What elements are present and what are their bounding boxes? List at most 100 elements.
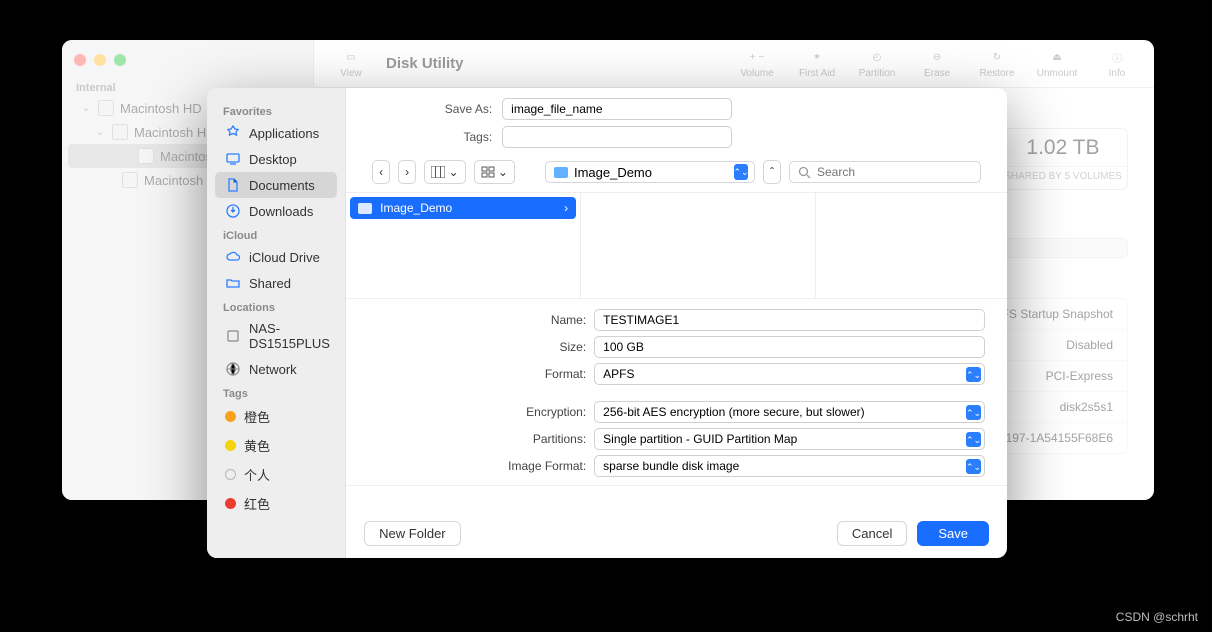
capacity-value: 1.02 TB (1026, 136, 1099, 160)
updown-icon: ⌃⌄ (966, 405, 981, 420)
sidebar-item-label: 橙色 (244, 407, 270, 426)
cloud-icon (225, 249, 241, 265)
name-input[interactable] (594, 309, 985, 331)
du-tree-child3-label: Macintosh H (144, 173, 216, 188)
updown-icon: ⌃⌄ (966, 367, 981, 382)
back-button[interactable]: ‹ (372, 160, 390, 184)
tags-section-label: Tags (215, 382, 337, 402)
view-button[interactable]: ▭ View (326, 48, 376, 79)
sidebar-item-label: iCloud Drive (249, 250, 320, 265)
sidebar-tag-personal[interactable]: 个人 (215, 460, 337, 489)
partitions-select[interactable]: Single partition - GUID Partition Map⌃⌄ (594, 428, 985, 450)
tags-label: Tags: (412, 130, 492, 144)
format-select[interactable]: APFS⌃⌄ (594, 363, 985, 385)
tags-input[interactable] (502, 126, 732, 148)
sidebar-item-applications[interactable]: Applications (215, 120, 337, 146)
partitions-label: Partitions: (368, 432, 586, 446)
folder-icon (554, 167, 568, 178)
updown-icon: ⌃⌄ (966, 459, 981, 474)
forward-button[interactable]: › (398, 160, 416, 184)
volume-button[interactable]: + −Volume (732, 48, 782, 79)
unmount-button[interactable]: ⏏Unmount (1032, 48, 1082, 79)
info-icon: ⓘ (1108, 48, 1126, 66)
sidebar-item-label: Network (249, 362, 297, 377)
eject-icon: ⏏ (1048, 48, 1066, 66)
search-box[interactable] (789, 161, 981, 183)
erase-icon: ⊖ (928, 48, 946, 66)
sheet-footer: New Folder Cancel Save (346, 509, 1007, 558)
sheet-main: Save As: Tags: ‹ › ⌄ ⌄ Image_Demo ⌃⌄ (346, 88, 1007, 558)
sidebar-item-shared[interactable]: Shared (215, 270, 337, 296)
info-button[interactable]: ⓘInfo (1092, 48, 1142, 79)
disk-icon (122, 172, 138, 188)
save-sheet: Favorites Applications Desktop Documents… (207, 88, 1007, 558)
sidebar-item-nas[interactable]: NAS-DS1515PLUS (215, 316, 337, 356)
sidebar-item-downloads[interactable]: Downloads (215, 198, 337, 224)
browser-column[interactable] (581, 193, 816, 298)
sidebar-icon: ▭ (342, 48, 360, 66)
favorites-label: Favorites (215, 100, 337, 120)
view-columns-button[interactable]: ⌄ (424, 160, 465, 184)
name-label: Name: (368, 313, 586, 327)
partition-icon: ◴ (868, 48, 886, 66)
sidebar-item-icloud-drive[interactable]: iCloud Drive (215, 244, 337, 270)
du-tree-child1-label: Macintosh H (134, 125, 206, 140)
sidebar-item-label: 黄色 (244, 436, 270, 455)
sidebar-item-desktop[interactable]: Desktop (215, 146, 337, 172)
cancel-button[interactable]: Cancel (837, 521, 907, 546)
browser-column[interactable] (816, 193, 1007, 298)
sidebar-item-network[interactable]: Network (215, 356, 337, 382)
tag-dot-icon (225, 440, 236, 451)
desktop-icon (225, 151, 241, 167)
updown-icon: ⌃⌄ (966, 432, 981, 447)
sidebar-tag-red[interactable]: 红色 (215, 489, 337, 518)
du-toolbar: ▭ View Disk Utility + −Volume ✶First Aid… (314, 40, 1154, 88)
shared-folder-icon (225, 275, 241, 291)
first-aid-button[interactable]: ✶First Aid (792, 48, 842, 79)
sidebar-item-label: NAS-DS1515PLUS (249, 321, 330, 351)
nav-row: ‹ › ⌄ ⌄ Image_Demo ⌃⌄ ˆ (372, 160, 981, 184)
locations-label: Locations (215, 296, 337, 316)
disk-icon (138, 148, 154, 164)
sidebar-tag-orange[interactable]: 橙色 (215, 402, 337, 431)
new-folder-button[interactable]: New Folder (364, 521, 460, 546)
save-as-label: Save As: (412, 102, 492, 116)
sidebar-tag-yellow[interactable]: 黄色 (215, 431, 337, 460)
sidebar-item-label: 红色 (244, 494, 270, 513)
disk-icon (112, 124, 128, 140)
tag-dot-icon (225, 411, 236, 422)
search-input[interactable] (817, 165, 972, 179)
close-window-button[interactable] (74, 54, 86, 66)
partition-button[interactable]: ◴Partition (852, 48, 902, 79)
up-folder-button[interactable]: ˆ (763, 160, 781, 184)
save-as-input[interactable] (502, 98, 732, 120)
window-title: Disk Utility (386, 55, 464, 72)
size-input[interactable] (594, 336, 985, 358)
window-controls (62, 48, 313, 72)
sidebar-item-label: Shared (249, 276, 291, 291)
image-format-label: Image Format: (368, 459, 586, 473)
group-button[interactable]: ⌄ (474, 160, 515, 184)
format-label: Format: (368, 367, 586, 381)
restore-button[interactable]: ↻Restore (972, 48, 1022, 79)
save-as-row: Save As: (372, 98, 981, 120)
sidebar-item-label: Downloads (249, 204, 313, 219)
erase-button[interactable]: ⊖Erase (912, 48, 962, 79)
image-format-select[interactable]: sparse bundle disk image⌃⌄ (594, 455, 985, 477)
chevron-right-icon: › (564, 201, 568, 215)
save-button[interactable]: Save (917, 521, 989, 546)
view-label: View (340, 68, 362, 79)
location-select[interactable]: Image_Demo ⌃⌄ (545, 161, 755, 183)
server-icon (225, 328, 241, 344)
browser-column[interactable]: Image_Demo › (346, 193, 581, 298)
browser-item-selected[interactable]: Image_Demo › (350, 197, 576, 219)
sidebar-item-documents[interactable]: Documents (215, 172, 337, 198)
image-options: Name: Size: Format:APFS⌃⌄ Encryption:256… (346, 299, 1007, 486)
capacity-card: 1.02 TB SHARED BY 5 VOLUMES (998, 128, 1128, 190)
globe-icon (225, 361, 241, 377)
sidebar-item-label: 个人 (244, 465, 270, 484)
zoom-window-button[interactable] (114, 54, 126, 66)
encryption-select[interactable]: 256-bit AES encryption (more secure, but… (594, 401, 985, 423)
sheet-sidebar: Favorites Applications Desktop Documents… (207, 88, 346, 558)
minimize-window-button[interactable] (94, 54, 106, 66)
